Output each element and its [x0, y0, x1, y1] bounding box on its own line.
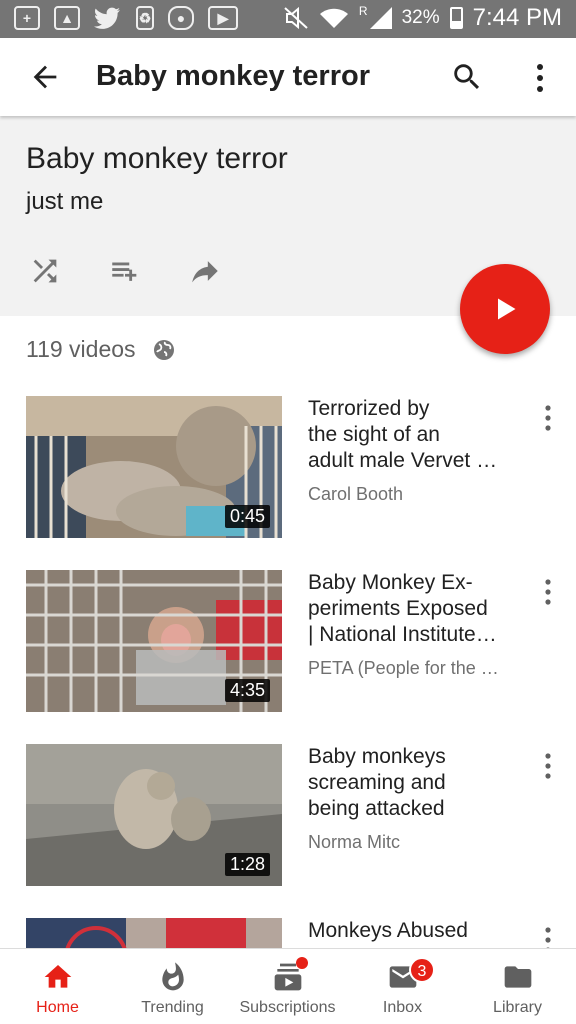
arrow-back-icon[interactable]: [28, 60, 62, 94]
title-line: Baby Monkey Ex-: [308, 571, 473, 594]
notification-icons: + ▲ ♻ ● ▶: [14, 6, 238, 30]
image-notification-icon: ▲: [54, 6, 80, 30]
playlist-owner[interactable]: just me: [26, 188, 103, 216]
play-icon: [498, 298, 516, 320]
playlist-actions: [28, 254, 222, 288]
video-channel: PETA (People for the …: [308, 658, 499, 678]
video-duration: 1:28: [224, 853, 270, 876]
title-line: periments Exposed: [308, 597, 488, 620]
signal-icon: [369, 7, 392, 29]
inbox-count-badge: 3: [409, 957, 435, 983]
app-bar-title: Baby monkey terror: [96, 60, 370, 92]
clock: 7:44 PM: [472, 4, 562, 31]
title-line: adult male Vervet …: [308, 449, 498, 472]
more-vert-icon[interactable]: [540, 752, 556, 780]
more-vert-icon[interactable]: [530, 62, 550, 94]
tab-label: Trending: [141, 999, 204, 1016]
wifi-icon: [319, 8, 348, 28]
battery-notification-icon: ♻: [136, 6, 154, 30]
share-icon[interactable]: [188, 254, 222, 288]
play-all-button[interactable]: [460, 264, 550, 354]
video-title[interactable]: Baby monkeys screaming and being attacke…: [308, 744, 518, 822]
more-vert-icon[interactable]: [540, 578, 556, 606]
video-thumbnail[interactable]: 0:45: [26, 396, 282, 538]
bottom-navigation: Home Trending Subscriptions 3 Inbox Libr…: [0, 948, 576, 1024]
add-to-queue-icon[interactable]: [108, 254, 142, 288]
title-line: being attacked: [308, 797, 445, 820]
home-icon: [44, 965, 71, 988]
list-item[interactable]: 0:45 Terrorized by the sight of an adult…: [0, 396, 576, 542]
video-thumbnail[interactable]: 4:35: [26, 570, 282, 712]
tab-subscriptions[interactable]: Subscriptions: [230, 949, 345, 1024]
add-notification-icon: +: [14, 6, 40, 30]
game-notification-icon: ●: [168, 6, 194, 30]
title-line: Baby monkeys: [308, 745, 446, 768]
video-channel: Carol Booth: [308, 484, 404, 504]
youtube-notification-icon: ▶: [208, 6, 238, 30]
video-title[interactable]: Terrorized by the sight of an adult male…: [308, 396, 518, 474]
title-line: | National Institute…: [308, 623, 497, 646]
playlist-meta: 119 videos: [26, 336, 176, 363]
battery-icon: [449, 7, 463, 29]
video-thumbnail[interactable]: 1:28: [26, 744, 282, 886]
tab-label: Inbox: [382, 999, 423, 1016]
tab-home[interactable]: Home: [0, 949, 115, 1024]
video-duration: 4:35: [224, 679, 270, 702]
system-icons: R 32% 7:44 PM: [283, 4, 562, 32]
video-title[interactable]: Baby Monkey Ex- periments Exposed | Nati…: [308, 570, 518, 648]
title-line: Terrorized by: [308, 397, 430, 420]
title-line: the sight of an: [308, 423, 440, 446]
tab-inbox[interactable]: 3 Inbox: [345, 949, 460, 1024]
twitter-notification-icon: [94, 7, 120, 29]
video-channel: Norma Mitc: [308, 832, 401, 852]
video-count: 119 videos: [26, 336, 136, 362]
tab-label: Library: [493, 999, 542, 1016]
battery-percentage: 32%: [401, 7, 440, 28]
tab-label: Subscriptions: [239, 999, 336, 1016]
search-icon[interactable]: [450, 60, 484, 94]
title-line: Monkeys Abused: [308, 919, 468, 942]
title-line: screaming and: [308, 771, 446, 794]
shuffle-icon[interactable]: [28, 254, 62, 288]
tab-label: Home: [36, 999, 79, 1016]
video-title[interactable]: Monkeys Abused: [308, 918, 518, 944]
more-vert-icon[interactable]: [540, 404, 556, 432]
flame-icon: [161, 962, 184, 991]
tab-trending[interactable]: Trending: [115, 949, 230, 1024]
list-item[interactable]: 1:28 Baby monkeys screaming and being at…: [0, 744, 576, 890]
new-content-badge: [296, 957, 308, 969]
list-item[interactable]: 4:35 Baby Monkey Ex- periments Exposed |…: [0, 570, 576, 716]
tab-library[interactable]: Library: [460, 949, 575, 1024]
playlist-title: Baby monkey terror: [26, 142, 288, 175]
network-indicator: R: [358, 4, 368, 18]
mute-icon: [284, 6, 308, 30]
folder-icon: [504, 966, 531, 988]
status-bar: + ▲ ♻ ● ▶ R 32% 7:44 PM: [0, 0, 576, 38]
video-duration: 0:45: [224, 505, 270, 528]
app-bar: Baby monkey terror: [0, 38, 576, 116]
globe-icon: [153, 339, 174, 360]
